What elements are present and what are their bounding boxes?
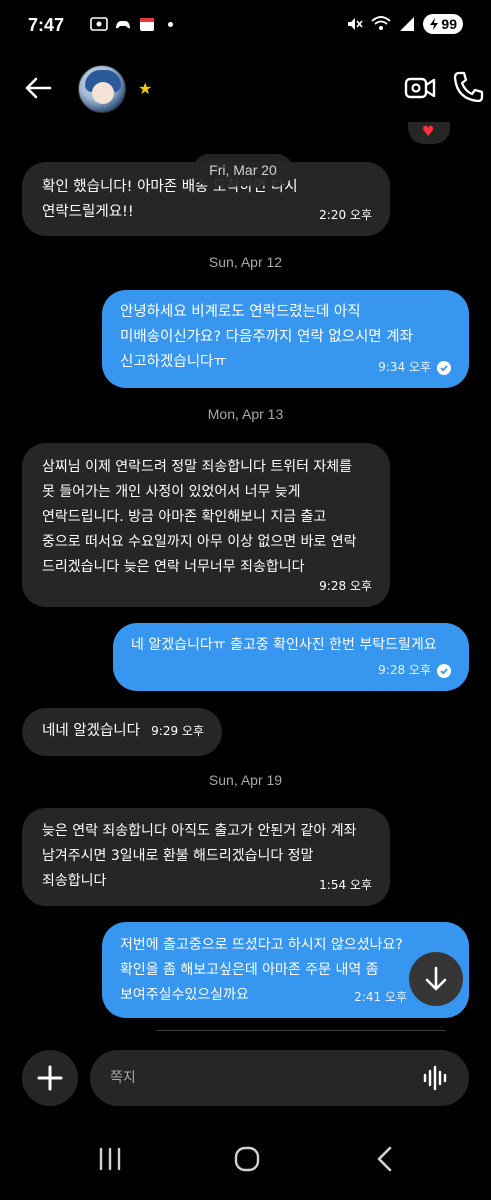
date-separator: Sun, Apr 19 — [208, 772, 283, 788]
message-time: 9:28 오후 — [319, 579, 372, 593]
message-incoming[interactable]: 삼찌님 이제 연락드려 정말 죄송합니다 트위터 자체를 못 들어가는 개인 사… — [22, 443, 390, 607]
mute-icon — [348, 18, 364, 30]
message-time: 2:41 오후 — [354, 990, 407, 1004]
star-icon: ★ — [138, 79, 153, 98]
seen-check-icon — [437, 663, 451, 678]
phone-icon[interactable] — [452, 70, 484, 104]
message-composer — [22, 1050, 469, 1108]
back-arrow-icon[interactable] — [22, 72, 54, 104]
calendar-icon — [140, 18, 154, 31]
message-outgoing[interactable]: 네 알겠습니다ㅠ 출고중 확인사진 한번 부탁드릴게요 9:28 오후 — [113, 623, 469, 691]
sticky-date-label: Fri, Mar 20 — [193, 154, 293, 186]
plus-icon — [37, 1065, 63, 1091]
add-attachment-button[interactable] — [22, 1050, 78, 1106]
message-text: 네 알겠습니다ㅠ 출고중 확인사진 한번 부탁드릴게요 — [131, 637, 437, 653]
message-time: 1:54 오후 — [319, 878, 372, 892]
message-incoming[interactable]: 늦은 연락 죄송합니다 아직도 출고가 안된거 같아 계좌 남겨주시면 3일내로… — [22, 808, 390, 906]
message-time: 9:28 오후 — [378, 663, 431, 677]
scroll-to-bottom-button[interactable] — [409, 952, 463, 1006]
status-time: 7:47 — [28, 15, 65, 35]
status-bar: 7:47 99 — [0, 0, 491, 52]
message-time: 2:20 오후 — [319, 208, 372, 222]
date-separator: Mon, Apr 13 — [207, 406, 284, 422]
heart-icon: ♥ — [422, 124, 435, 140]
screenshot-icon — [90, 17, 108, 31]
wifi-icon — [371, 16, 392, 30]
seen-check-icon — [437, 360, 451, 375]
divider — [156, 1030, 446, 1031]
voice-message-icon[interactable] — [422, 1064, 450, 1092]
nav-back-icon[interactable] — [372, 1146, 398, 1172]
battery-level: 99 — [441, 16, 457, 32]
game-controller-icon — [116, 21, 130, 29]
signal-icon — [400, 17, 415, 31]
video-call-icon[interactable] — [404, 72, 436, 104]
avatar[interactable] — [78, 65, 126, 113]
message-time: 9:29 오후 — [151, 724, 204, 738]
message-outgoing[interactable]: 안녕하세요 비계로도 연락드렸는데 아직 미배송이신가요? 다음주까지 연락 없… — [102, 290, 469, 388]
arrow-down-icon — [425, 966, 447, 991]
home-icon[interactable] — [233, 1145, 261, 1173]
message-time: 9:34 오후 — [378, 360, 431, 374]
date-separator: Sun, Apr 12 — [208, 254, 283, 270]
message-text: 삼찌님 이제 연락드려 정말 죄송합니다 트위터 자체를 못 들어가는 개인 사… — [42, 459, 357, 575]
message-input[interactable] — [90, 1050, 469, 1106]
notification-dot — [168, 21, 173, 27]
system-navigation-bar — [0, 1120, 491, 1200]
charging-icon — [430, 18, 439, 30]
recent-apps-icon[interactable] — [96, 1147, 124, 1171]
reaction-peek: ♥ — [408, 122, 450, 144]
battery-indicator: 99 — [423, 14, 463, 34]
chat-header: ★ — [0, 52, 491, 128]
message-incoming[interactable]: 네네 알겠습니다 9:29 오후 — [22, 708, 222, 756]
